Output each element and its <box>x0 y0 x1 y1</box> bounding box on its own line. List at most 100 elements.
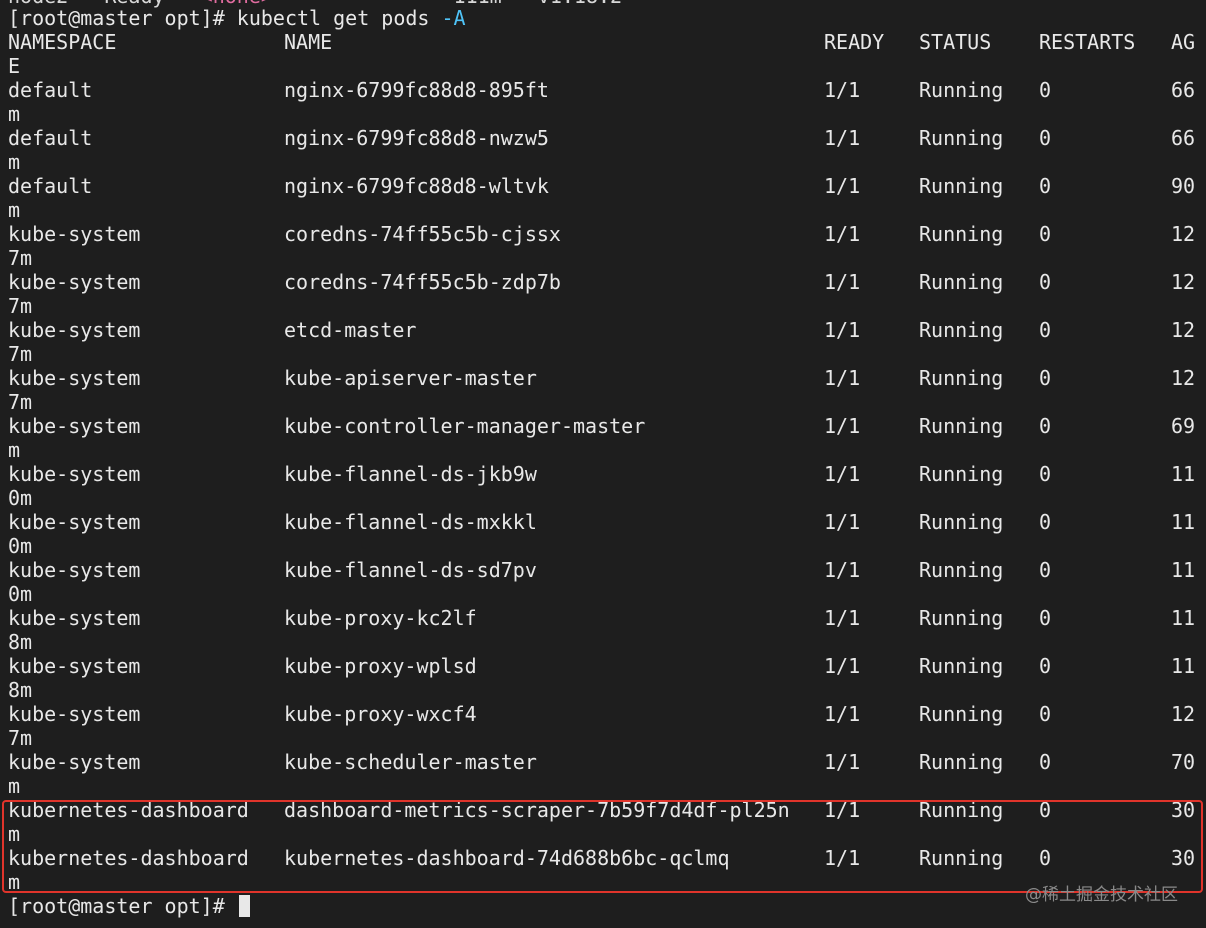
cell-namespace: kube-system <box>8 702 141 726</box>
cell-name: coredns-74ff55c5b-zdp7b <box>284 270 561 294</box>
table-row-wrap: m <box>0 198 1206 222</box>
cell-name: kube-scheduler-master <box>284 750 537 774</box>
header-age: AG <box>1171 30 1196 54</box>
cell-age: 12 <box>1171 702 1196 726</box>
cell-restarts: 0 <box>1039 78 1052 102</box>
cell-status: Running <box>919 414 1004 438</box>
table-row: kube-system kube-proxy-kc2lf 1/1 Running 0 11 <box>0 606 1206 630</box>
cell-ready: 1/1 <box>824 414 861 438</box>
cell-restarts: 0 <box>1039 702 1052 726</box>
cell-age-wrap: m <box>8 198 21 222</box>
cell-status: Running <box>919 606 1004 630</box>
cell-restarts: 0 <box>1039 366 1052 390</box>
cell-age-wrap: 7m <box>8 390 33 414</box>
cell-name: nginx-6799fc88d8-895ft <box>284 78 549 102</box>
table-row: kube-system kube-scheduler-master 1/1 Runni… <box>0 750 1206 774</box>
cell-age: 69 <box>1171 414 1196 438</box>
table-row-wrap: 8m <box>0 630 1206 654</box>
cell-age-wrap: 0m <box>8 582 33 606</box>
cell-name: kube-controller-manager-master <box>284 414 646 438</box>
header-ready: READY <box>824 30 885 54</box>
cell-namespace: kube-system <box>8 510 141 534</box>
terminal-window[interactable]: node2 Ready <none> 111m v1.18.2 [root@ma… <box>0 0 1206 928</box>
table-row-wrap: 7m <box>0 726 1206 750</box>
cell-age: 11 <box>1171 558 1196 582</box>
cell-namespace: kube-system <box>8 318 141 342</box>
cell-age: 70 <box>1171 750 1196 774</box>
table-row-wrap: m <box>0 438 1206 462</box>
table-row-wrap: 0m <box>0 534 1206 558</box>
cell-status: Running <box>919 462 1004 486</box>
cell-status: Running <box>919 510 1004 534</box>
cell-age-wrap: 0m <box>8 486 33 510</box>
cell-age-wrap: 7m <box>8 246 33 270</box>
cell-name: kube-flannel-ds-sd7pv <box>284 558 537 582</box>
table-row-wrap: 0m <box>0 486 1206 510</box>
cell-age: 11 <box>1171 462 1196 486</box>
cell-namespace: kube-system <box>8 222 141 246</box>
cell-ready: 1/1 <box>824 318 861 342</box>
table-row: default nginx-6799fc88d8-nwzw5 1/1 Running 0… <box>0 126 1206 150</box>
cell-restarts: 0 <box>1039 270 1052 294</box>
cell-name: kube-proxy-kc2lf <box>284 606 477 630</box>
table-row-wrap: 7m <box>0 342 1206 366</box>
cell-name: kube-flannel-ds-mxkkl <box>284 510 537 534</box>
cell-status: Running <box>919 126 1004 150</box>
cell-ready: 1/1 <box>824 366 861 390</box>
dashboard-pods-highlight <box>2 800 1203 893</box>
cell-restarts: 0 <box>1039 414 1052 438</box>
cell-age: 12 <box>1171 270 1196 294</box>
cell-name: kube-proxy-wxcf4 <box>284 702 477 726</box>
table-row-wrap: 7m <box>0 246 1206 270</box>
cell-namespace: kube-system <box>8 558 141 582</box>
cell-namespace: kube-system <box>8 606 141 630</box>
cell-restarts: 0 <box>1039 510 1052 534</box>
cell-name: coredns-74ff55c5b-cjssx <box>284 222 561 246</box>
cell-name: kube-proxy-wplsd <box>284 654 477 678</box>
cell-ready: 1/1 <box>824 558 861 582</box>
cell-age: 12 <box>1171 366 1196 390</box>
table-row-wrap: 7m <box>0 294 1206 318</box>
cell-ready: 1/1 <box>824 702 861 726</box>
cell-status: Running <box>919 174 1004 198</box>
table-row: kube-system kube-flannel-ds-mxkkl 1/1 Runni… <box>0 510 1206 534</box>
cell-age: 11 <box>1171 606 1196 630</box>
cell-ready: 1/1 <box>824 222 861 246</box>
cell-name: nginx-6799fc88d8-wltvk <box>284 174 549 198</box>
table-row: default nginx-6799fc88d8-895ft 1/1 Running 0… <box>0 78 1206 102</box>
table-row: kube-system coredns-74ff55c5b-zdp7b 1/1 Run… <box>0 270 1206 294</box>
cell-namespace: kube-system <box>8 366 141 390</box>
header-wrap-line: E <box>0 54 1206 78</box>
cell-age-wrap: m <box>8 102 21 126</box>
cell-namespace: kube-system <box>8 750 141 774</box>
cell-namespace: default <box>8 78 93 102</box>
cell-name: nginx-6799fc88d8-nwzw5 <box>284 126 549 150</box>
table-row: kube-system etcd-master 1/1 Running 0 12 <box>0 318 1206 342</box>
cell-restarts: 0 <box>1039 174 1052 198</box>
table-row-wrap: m <box>0 102 1206 126</box>
text-cursor <box>238 895 250 917</box>
cell-age-wrap: 8m <box>8 678 33 702</box>
cell-status: Running <box>919 366 1004 390</box>
cell-namespace: kube-system <box>8 270 141 294</box>
table-row: kube-system kube-proxy-wxcf4 1/1 Running 0 12 <box>0 702 1206 726</box>
cell-namespace: kube-system <box>8 462 141 486</box>
watermark: @稀土掘金技术社区 <box>1025 885 1178 905</box>
cell-age: 66 <box>1171 78 1196 102</box>
table-row: default nginx-6799fc88d8-wltvk 1/1 Running 0… <box>0 174 1206 198</box>
table-row-wrap: m <box>0 774 1206 798</box>
cell-age: 12 <box>1171 222 1196 246</box>
header-name: NAME <box>284 30 333 54</box>
cell-restarts: 0 <box>1039 558 1052 582</box>
cell-status: Running <box>919 750 1004 774</box>
cell-age-wrap: 7m <box>8 342 33 366</box>
cell-restarts: 0 <box>1039 606 1052 630</box>
cell-restarts: 0 <box>1039 318 1052 342</box>
cell-age: 66 <box>1171 126 1196 150</box>
table-row: kube-system kube-apiserver-master 1/1 Runni… <box>0 366 1206 390</box>
table-row: kube-system kube-flannel-ds-sd7pv 1/1 Runni… <box>0 558 1206 582</box>
table-row-wrap: 7m <box>0 390 1206 414</box>
cell-restarts: 0 <box>1039 462 1052 486</box>
final-prompt-line[interactable]: [root@master opt]# <box>8 894 250 918</box>
cell-age-wrap: 8m <box>8 630 33 654</box>
